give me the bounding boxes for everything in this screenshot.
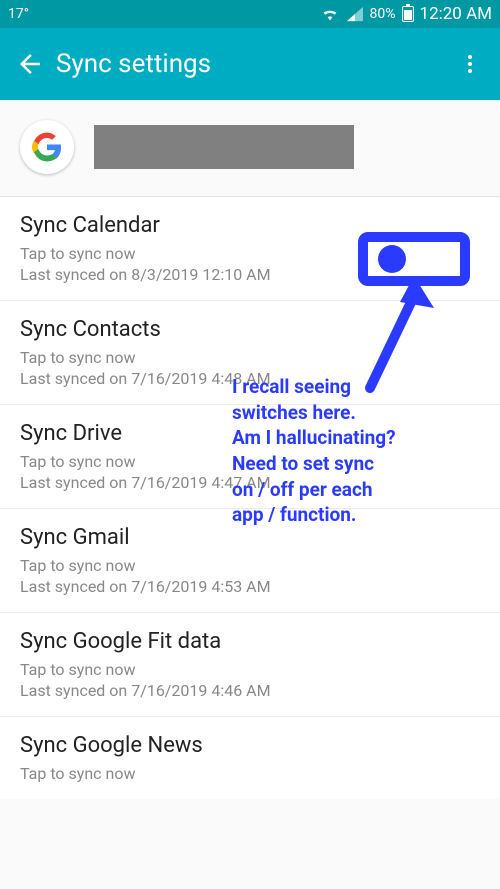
annotation-text: I recall seeing switches here. Am I hall…	[232, 374, 396, 528]
signal-icon	[346, 6, 364, 22]
back-button[interactable]	[4, 38, 56, 90]
sync-item-last: Last synced on 7/16/2019 4:53 AM	[20, 577, 480, 596]
appbar: Sync settings	[0, 28, 500, 100]
wifi-icon	[320, 6, 340, 22]
overflow-menu-button[interactable]	[444, 38, 496, 90]
sync-item-google-news[interactable]: Sync Google News Tap to sync now	[0, 717, 500, 799]
annotation-line: Need to set sync	[232, 451, 396, 477]
back-arrow-icon	[15, 49, 45, 79]
more-vert-icon	[458, 52, 482, 76]
sync-item-google-fit[interactable]: Sync Google Fit data Tap to sync now Las…	[0, 613, 500, 717]
page-title: Sync settings	[56, 49, 211, 79]
sync-item-title: Sync Google Fit data	[20, 629, 480, 654]
statusbar-clock: 12:20 AM	[420, 4, 492, 24]
battery-percentage: 80%	[370, 6, 396, 22]
annotation-line: on / off per each	[232, 477, 396, 503]
sync-item-tap: Tap to sync now	[20, 764, 480, 783]
sync-item-tap: Tap to sync now	[20, 556, 480, 575]
battery-icon	[402, 6, 414, 22]
annotation-line: app / function.	[232, 502, 396, 528]
account-email-redacted	[94, 125, 354, 169]
google-logo-icon	[20, 120, 74, 174]
annotation-line: switches here.	[232, 400, 396, 426]
annotation-line: Am I hallucinating?	[232, 425, 396, 451]
sync-item-last: Last synced on 7/16/2019 4:46 AM	[20, 681, 480, 700]
sync-item-title: Sync Gmail	[20, 525, 480, 550]
statusbar-temperature: 17°	[8, 6, 29, 22]
annotation-line: I recall seeing	[232, 374, 396, 400]
statusbar: 17° 80% 12:20 AM	[0, 0, 500, 28]
account-header[interactable]	[0, 100, 500, 197]
sync-item-tap: Tap to sync now	[20, 660, 480, 679]
sync-item-title: Sync Google News	[20, 733, 480, 758]
